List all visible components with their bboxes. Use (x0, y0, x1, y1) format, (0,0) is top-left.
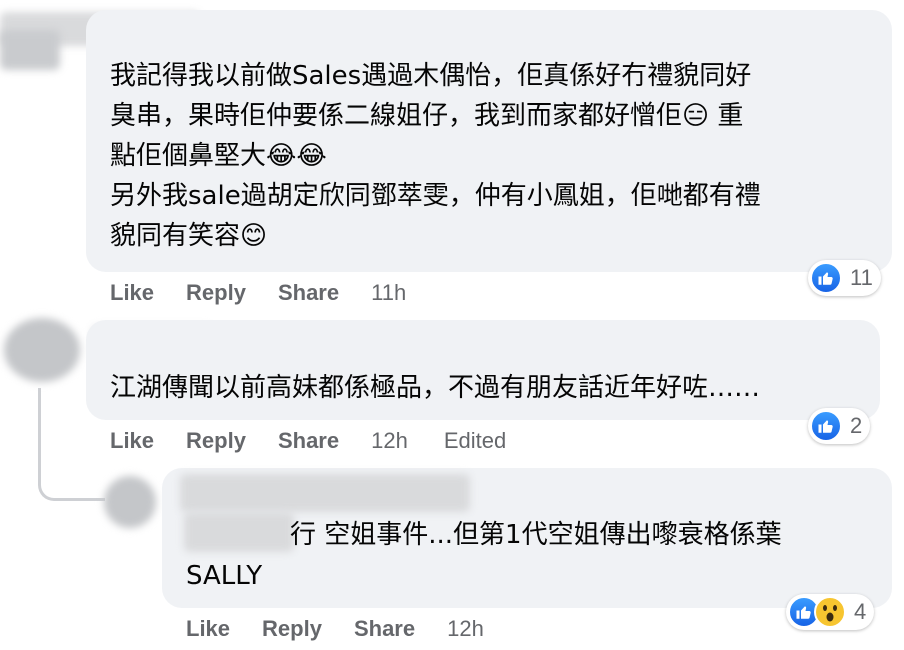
reply-button[interactable]: Reply (262, 616, 322, 642)
share-button[interactable]: Share (278, 280, 339, 306)
blurred-author-avatar (0, 30, 60, 70)
comment-actions-3: Like Reply Share 12h (186, 616, 520, 642)
comment-actions-1: Like Reply Share 11h (110, 280, 442, 306)
reaction-count-3: 4 (854, 599, 867, 624)
reaction-summary-1[interactable]: 11 (808, 260, 881, 296)
edited-label[interactable]: Edited (444, 428, 506, 454)
comment-timestamp[interactable]: 11h (371, 280, 406, 306)
like-icon (810, 410, 842, 442)
reply-thread-line (38, 388, 105, 501)
comment-actions-2: Like Reply Share 12h Edited (110, 428, 542, 454)
share-button[interactable]: Share (278, 428, 339, 454)
reaction-summary-3[interactable]: 4 (786, 594, 875, 630)
blurred-text-start (184, 512, 294, 552)
reaction-summary-2[interactable]: 2 (808, 408, 871, 444)
blurred-author-name (180, 474, 470, 512)
reaction-count-1: 11 (850, 265, 873, 290)
comment-text-3-line1: 行 空姐事件...但第1代空姐傳出嚟衰格係葉 (290, 520, 782, 550)
like-button[interactable]: Like (110, 280, 154, 306)
comment-text-1: 我記得我以前做Sales遇過木偶怡，佢真係好冇禮貌同好 臭串，果時佢仲要係二線姐… (110, 61, 761, 251)
comment-timestamp[interactable]: 12h (447, 616, 484, 642)
like-icon (810, 262, 842, 294)
comment-timestamp[interactable]: 12h (371, 428, 408, 454)
share-button[interactable]: Share (354, 616, 415, 642)
like-button[interactable]: Like (186, 616, 230, 642)
like-button[interactable]: Like (110, 428, 154, 454)
reply-author-avatar (104, 476, 156, 528)
commenter-avatar (4, 318, 80, 382)
reply-button[interactable]: Reply (186, 280, 246, 306)
reply-button[interactable]: Reply (186, 428, 246, 454)
wow-icon (814, 596, 846, 628)
reaction-count-2: 2 (850, 413, 863, 438)
comment-text-3-line2: SALLY (186, 561, 263, 591)
comment-text-2: 江湖傳聞以前高妹都係極品，不過有朋友話近年好咗…… (110, 373, 761, 403)
